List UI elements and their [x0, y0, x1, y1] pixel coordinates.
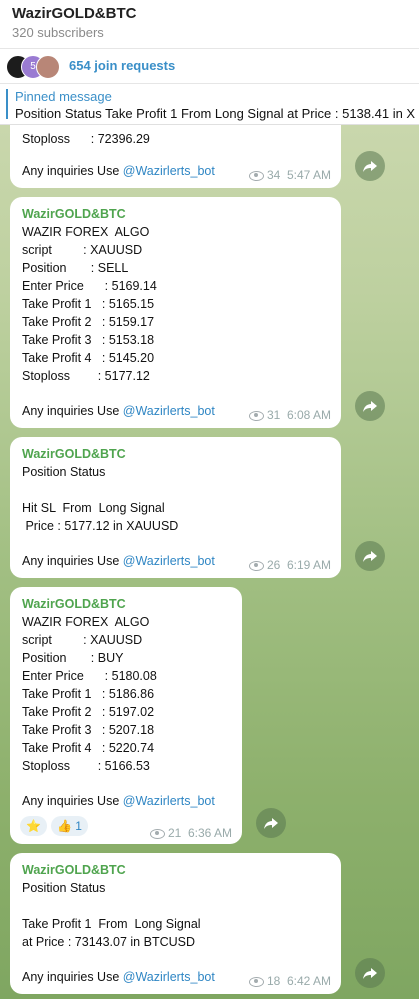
message-line: Hit SL From Long Signal: [22, 501, 165, 515]
bot-link[interactable]: @Wazirlerts_bot: [123, 554, 215, 568]
view-count: 26: [266, 558, 281, 572]
view-count: 31: [266, 408, 281, 422]
star-icon: ⭐: [26, 819, 41, 833]
forward-button[interactable]: [355, 391, 385, 421]
thumbs-up-icon: 👍: [56, 819, 72, 833]
reactions-row: ⭐ 👍 1: [20, 816, 92, 836]
subscriber-count: 320 subscribers: [12, 25, 104, 40]
message-line: Position : SELL: [22, 261, 129, 275]
inquiry-text: Any inquiries Use: [22, 554, 123, 568]
message-line: WAZIR FOREX ALGO: [22, 225, 150, 239]
message-line: Enter Price : 5169.14: [22, 279, 157, 293]
inquiry-line: Any inquiries Use @Wazirlerts_bot: [22, 968, 215, 986]
join-requests-link[interactable]: 654 join requests: [69, 58, 175, 73]
pinned-accent-bar: [6, 89, 8, 119]
forward-button[interactable]: [355, 541, 385, 571]
message-line: Take Profit 1 : 5186.86: [22, 687, 155, 701]
forward-icon: [363, 401, 377, 412]
message-line: script : XAUUSD: [22, 243, 143, 257]
message-line: Take Profit 3 : 5207.18: [22, 723, 155, 737]
message-meta: 21 6:36 AM: [149, 824, 232, 842]
sender-name: WazirGOLD&BTC: [22, 447, 126, 461]
bot-link[interactable]: @Wazirlerts_bot: [123, 794, 215, 808]
message-line: Position Status: [22, 465, 106, 479]
reaction-thumbs-up[interactable]: 👍 1: [50, 816, 88, 836]
message-line: [22, 481, 333, 499]
view-count: 21: [167, 826, 182, 840]
sender-name: WazirGOLD&BTC: [22, 207, 126, 221]
message-bubble[interactable]: WazirGOLD&BTC Position Status Hit SL Fro…: [10, 437, 341, 578]
bot-link[interactable]: @Wazirlerts_bot: [123, 970, 215, 984]
sender-name: WazirGOLD&BTC: [22, 863, 126, 877]
message-line: at Price : 73143.07 in BTCUSD: [22, 935, 195, 949]
bot-link[interactable]: @Wazirlerts_bot: [123, 164, 215, 178]
forward-button[interactable]: [256, 808, 286, 838]
message-line: script : XAUUSD: [22, 633, 143, 647]
inquiry-text: Any inquiries Use: [22, 404, 123, 418]
message-line: WAZIR FOREX ALGO: [22, 615, 150, 629]
message-meta: 34 5:47 AM: [248, 166, 331, 184]
message-bubble[interactable]: WazirGOLD&BTC Position Status Take Profi…: [10, 853, 341, 994]
message-meta: 18 6:42 AM: [248, 972, 331, 990]
inquiry-line: Any inquiries Use @Wazirlerts_bot: [22, 792, 215, 810]
message-line: Take Profit 1 : 5165.15: [22, 297, 155, 311]
forward-button[interactable]: [355, 151, 385, 181]
message-line: Stoploss : 72396.29: [22, 132, 150, 146]
message-meta: 26 6:19 AM: [248, 556, 331, 574]
forward-button[interactable]: [355, 958, 385, 988]
reaction-star[interactable]: ⭐: [20, 816, 47, 836]
views-icon: [248, 410, 264, 421]
message-line: Take Profit 4 : 5220.74: [22, 741, 155, 755]
inquiry-text: Any inquiries Use: [22, 164, 123, 178]
forward-icon: [363, 161, 377, 172]
forward-icon: [363, 551, 377, 562]
inquiry-line: Any inquiries Use @Wazirlerts_bot: [22, 552, 215, 570]
channel-header[interactable]: WazirGOLD&BTC 320 subscribers: [0, 0, 419, 49]
message-line: Position Status: [22, 881, 106, 895]
views-icon: [248, 976, 264, 987]
message-bubble[interactable]: WazirGOLD&BTC WAZIR FOREX ALGO script : …: [10, 197, 341, 428]
pinned-title: Pinned message: [15, 89, 112, 104]
message-line: [22, 897, 333, 915]
join-requests-bar[interactable]: 5 654 join requests: [0, 49, 419, 84]
avatar: [36, 55, 60, 79]
views-icon: [248, 170, 264, 181]
message-line: Take Profit 2 : 5159.17: [22, 315, 155, 329]
message-bubble[interactable]: WazirGOLD&BTC WAZIR FOREX ALGO script : …: [10, 587, 242, 844]
sender-name: WazirGOLD&BTC: [22, 597, 126, 611]
views-icon: [149, 828, 165, 839]
view-count: 34: [266, 168, 281, 182]
message-time: 5:47 AM: [286, 168, 331, 182]
channel-title: WazirGOLD&BTC: [12, 5, 137, 22]
message-meta: 31 6:08 AM: [248, 406, 331, 424]
message-line: Enter Price : 5180.08: [22, 669, 157, 683]
message-line: Position : BUY: [22, 651, 124, 665]
message-line: Take Profit 3 : 5153.18: [22, 333, 155, 347]
inquiry-text: Any inquiries Use: [22, 970, 123, 984]
message-line: Price : 5177.12 in XAUUSD: [22, 519, 179, 533]
pinned-text: Position Status Take Profit 1 From Long …: [15, 106, 416, 121]
message-time: 6:19 AM: [286, 558, 331, 572]
views-icon: [248, 560, 264, 571]
forward-icon: [264, 818, 278, 829]
forward-icon: [363, 968, 377, 979]
reaction-count: 1: [75, 819, 82, 833]
message-line: Stoploss : 5166.53: [22, 759, 150, 773]
message-line: Take Profit 4 : 5145.20: [22, 351, 155, 365]
requester-avatars: 5: [6, 55, 62, 79]
bot-link[interactable]: @Wazirlerts_bot: [123, 404, 215, 418]
message-time: 6:42 AM: [286, 974, 331, 988]
inquiry-line: Any inquiries Use @Wazirlerts_bot: [22, 402, 215, 420]
message-time: 6:36 AM: [187, 826, 232, 840]
message-line: Take Profit 2 : 5197.02: [22, 705, 155, 719]
message-time: 6:08 AM: [286, 408, 331, 422]
message-line: Take Profit 1 From Long Signal: [22, 917, 201, 931]
pinned-message-bar[interactable]: Pinned message Position Status Take Prof…: [0, 84, 419, 125]
view-count: 18: [266, 974, 281, 988]
message-line: Stoploss : 5177.12: [22, 369, 150, 383]
inquiry-text: Any inquiries Use: [22, 794, 123, 808]
inquiry-line: Any inquiries Use @Wazirlerts_bot: [22, 162, 215, 180]
